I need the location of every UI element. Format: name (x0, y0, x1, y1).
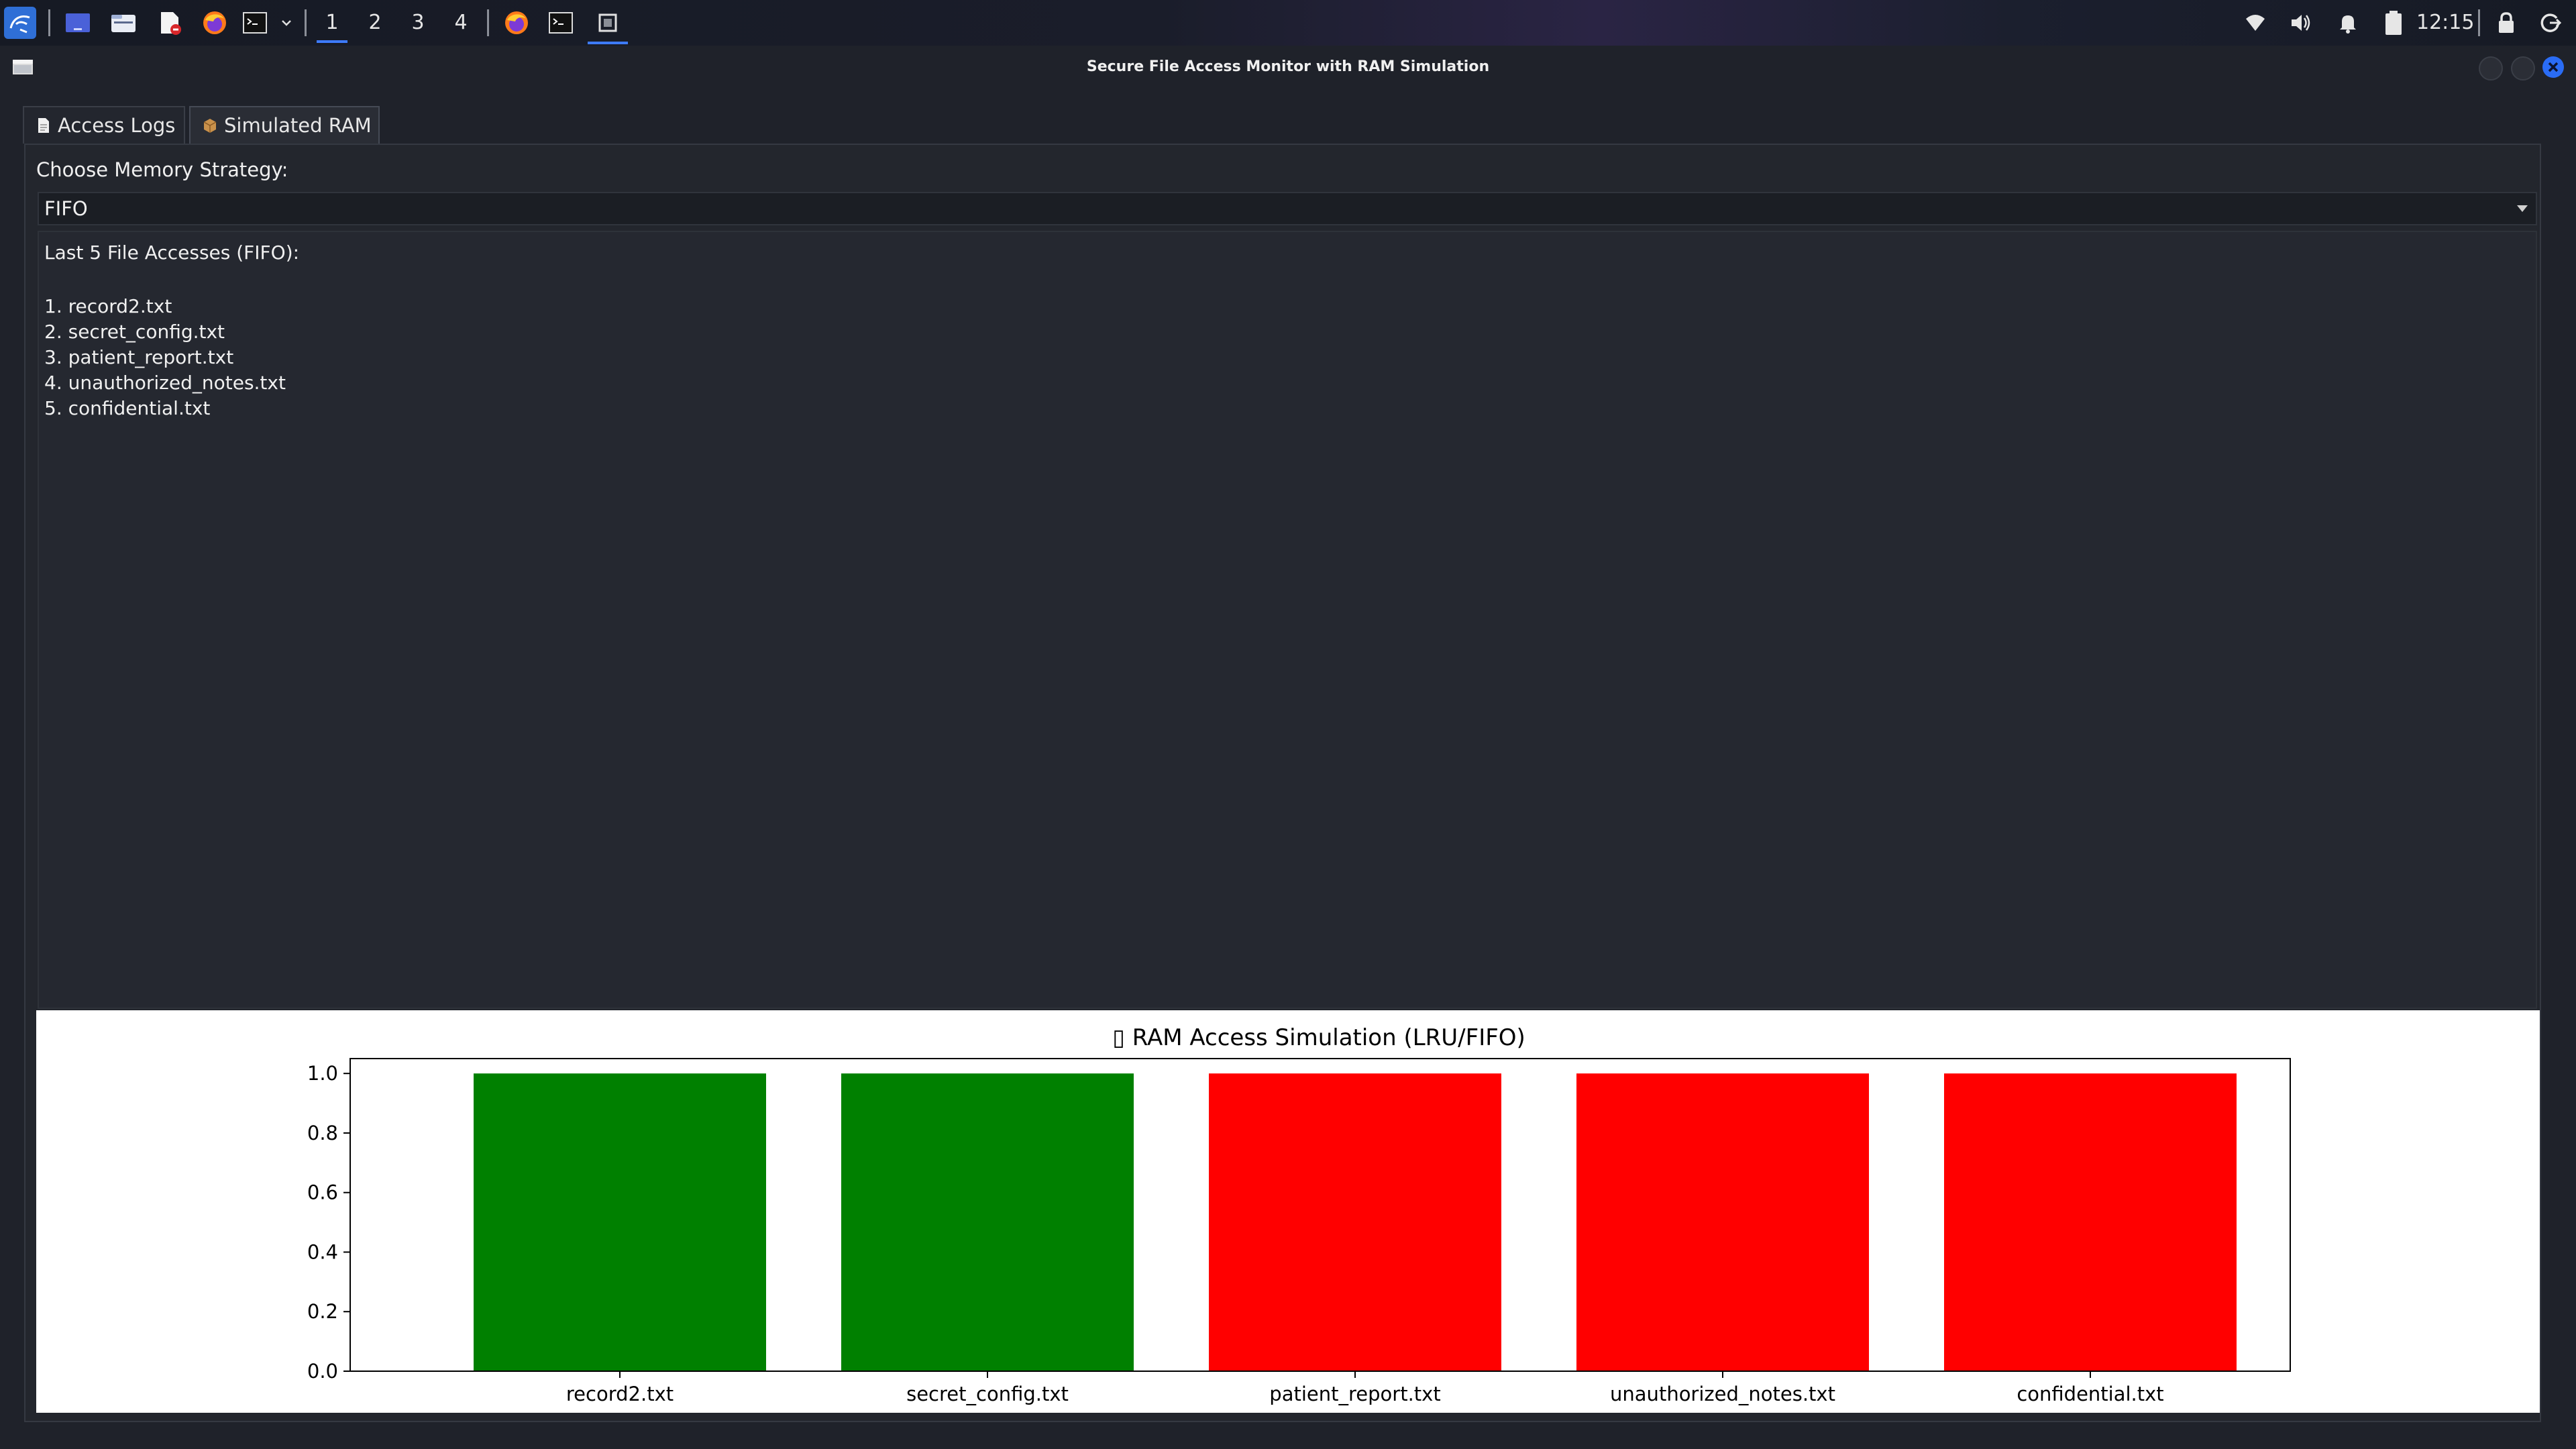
bar-confidential-txt (1944, 1073, 2237, 1371)
y-tick-label: 1.0 (307, 1062, 338, 1085)
terminal-window-icon[interactable] (545, 7, 577, 39)
notification-bell-icon[interactable] (2332, 7, 2364, 39)
access-list: 1. record2.txt 2. secret_config.txt 3. p… (44, 294, 286, 421)
x-tick-label: confidential.txt (2017, 1383, 2163, 1405)
y-tick-label: 0.4 (307, 1240, 338, 1263)
firefox-window-icon[interactable] (500, 7, 533, 39)
battery-icon[interactable] (2377, 7, 2410, 39)
package-icon (203, 119, 217, 133)
chevron-down-icon (2517, 205, 2528, 212)
memory-strategy-select[interactable]: FIFO (38, 192, 2537, 225)
tab-access-logs[interactable]: Access Logs (23, 106, 185, 144)
y-tick-label: 0.0 (307, 1360, 338, 1383)
bar-unauthorized-notes-txt (1576, 1073, 1869, 1371)
bar-patient-report-txt (1209, 1073, 1501, 1371)
bar-record2-txt (474, 1073, 766, 1371)
list-item: 3. patient_report.txt (44, 346, 234, 368)
kali-menu-icon[interactable] (4, 7, 36, 39)
ram-access-chart: ▯ RAM Access Simulation (LRU/FIFO) recor… (307, 1024, 2291, 1405)
window-titlebar: Secure File Access Monitor with RAM Simu… (0, 48, 2576, 86)
text-editor-icon[interactable] (153, 7, 185, 39)
tab-simulated-ram[interactable]: Simulated RAM (189, 106, 380, 144)
volume-icon[interactable] (2285, 7, 2317, 39)
x-tick-label: record2.txt (566, 1383, 674, 1405)
list-item: 1. record2.txt (44, 295, 172, 317)
terminal-icon[interactable] (239, 7, 271, 39)
wifi-icon[interactable] (2239, 7, 2271, 39)
file-manager-icon[interactable] (107, 7, 140, 39)
workspace-3[interactable]: 3 (400, 7, 436, 39)
tab-label: Access Logs (58, 114, 176, 137)
strategy-selected-value: FIFO (44, 197, 88, 220)
minimize-button[interactable] (2479, 56, 2503, 80)
taskbar-separator (305, 9, 307, 36)
ram-chart-canvas: ▯ RAM Access Simulation (LRU/FIFO) recor… (36, 1010, 2540, 1413)
list-item: 4. unauthorized_notes.txt (44, 372, 286, 394)
x-tick-label: patient_report.txt (1269, 1383, 1440, 1405)
show-desktop-icon[interactable] (62, 7, 94, 39)
output-text-area[interactable]: Last 5 File Accesses (FIFO): 1. record2.… (38, 231, 2537, 1009)
chevron-down-icon[interactable] (276, 7, 297, 39)
firefox-icon[interactable] (199, 7, 231, 39)
tab-label: Simulated RAM (224, 114, 372, 137)
output-heading: Last 5 File Accesses (FIFO): (44, 241, 300, 264)
x-tick-label: secret_config.txt (906, 1383, 1069, 1405)
lock-icon[interactable] (2490, 7, 2522, 39)
logout-icon[interactable] (2534, 7, 2567, 39)
list-item: 2. secret_config.txt (44, 321, 225, 343)
workspace-4[interactable]: 4 (443, 7, 479, 39)
taskbar-separator (2478, 9, 2480, 36)
close-icon (2548, 62, 2559, 72)
bar-secret-config-txt (841, 1073, 1134, 1371)
maximize-button[interactable] (2511, 56, 2535, 80)
window-title: Secure File Access Monitor with RAM Simu… (1086, 58, 1490, 75)
clock[interactable]: 12:15 (2416, 7, 2474, 39)
document-icon (38, 118, 49, 133)
app-window-icon[interactable] (588, 7, 628, 44)
taskbar-separator (487, 9, 489, 36)
y-tick-label: 0.8 (307, 1122, 338, 1144)
y-tick-label: 0.6 (307, 1181, 338, 1204)
strategy-label: Choose Memory Strategy: (36, 158, 288, 181)
workspace-1[interactable]: 1 (314, 7, 350, 43)
x-tick-label: unauthorized_notes.txt (1610, 1383, 1835, 1405)
close-button[interactable] (2542, 56, 2564, 78)
chart-title: ▯ RAM Access Simulation (LRU/FIFO) (1112, 1024, 1525, 1051)
list-item: 5. confidential.txt (44, 397, 211, 419)
y-tick-label: 0.2 (307, 1300, 338, 1323)
workspace-2[interactable]: 2 (357, 7, 393, 39)
taskbar: 1 2 3 4 12:15 (0, 0, 2576, 46)
taskbar-separator (48, 9, 50, 36)
